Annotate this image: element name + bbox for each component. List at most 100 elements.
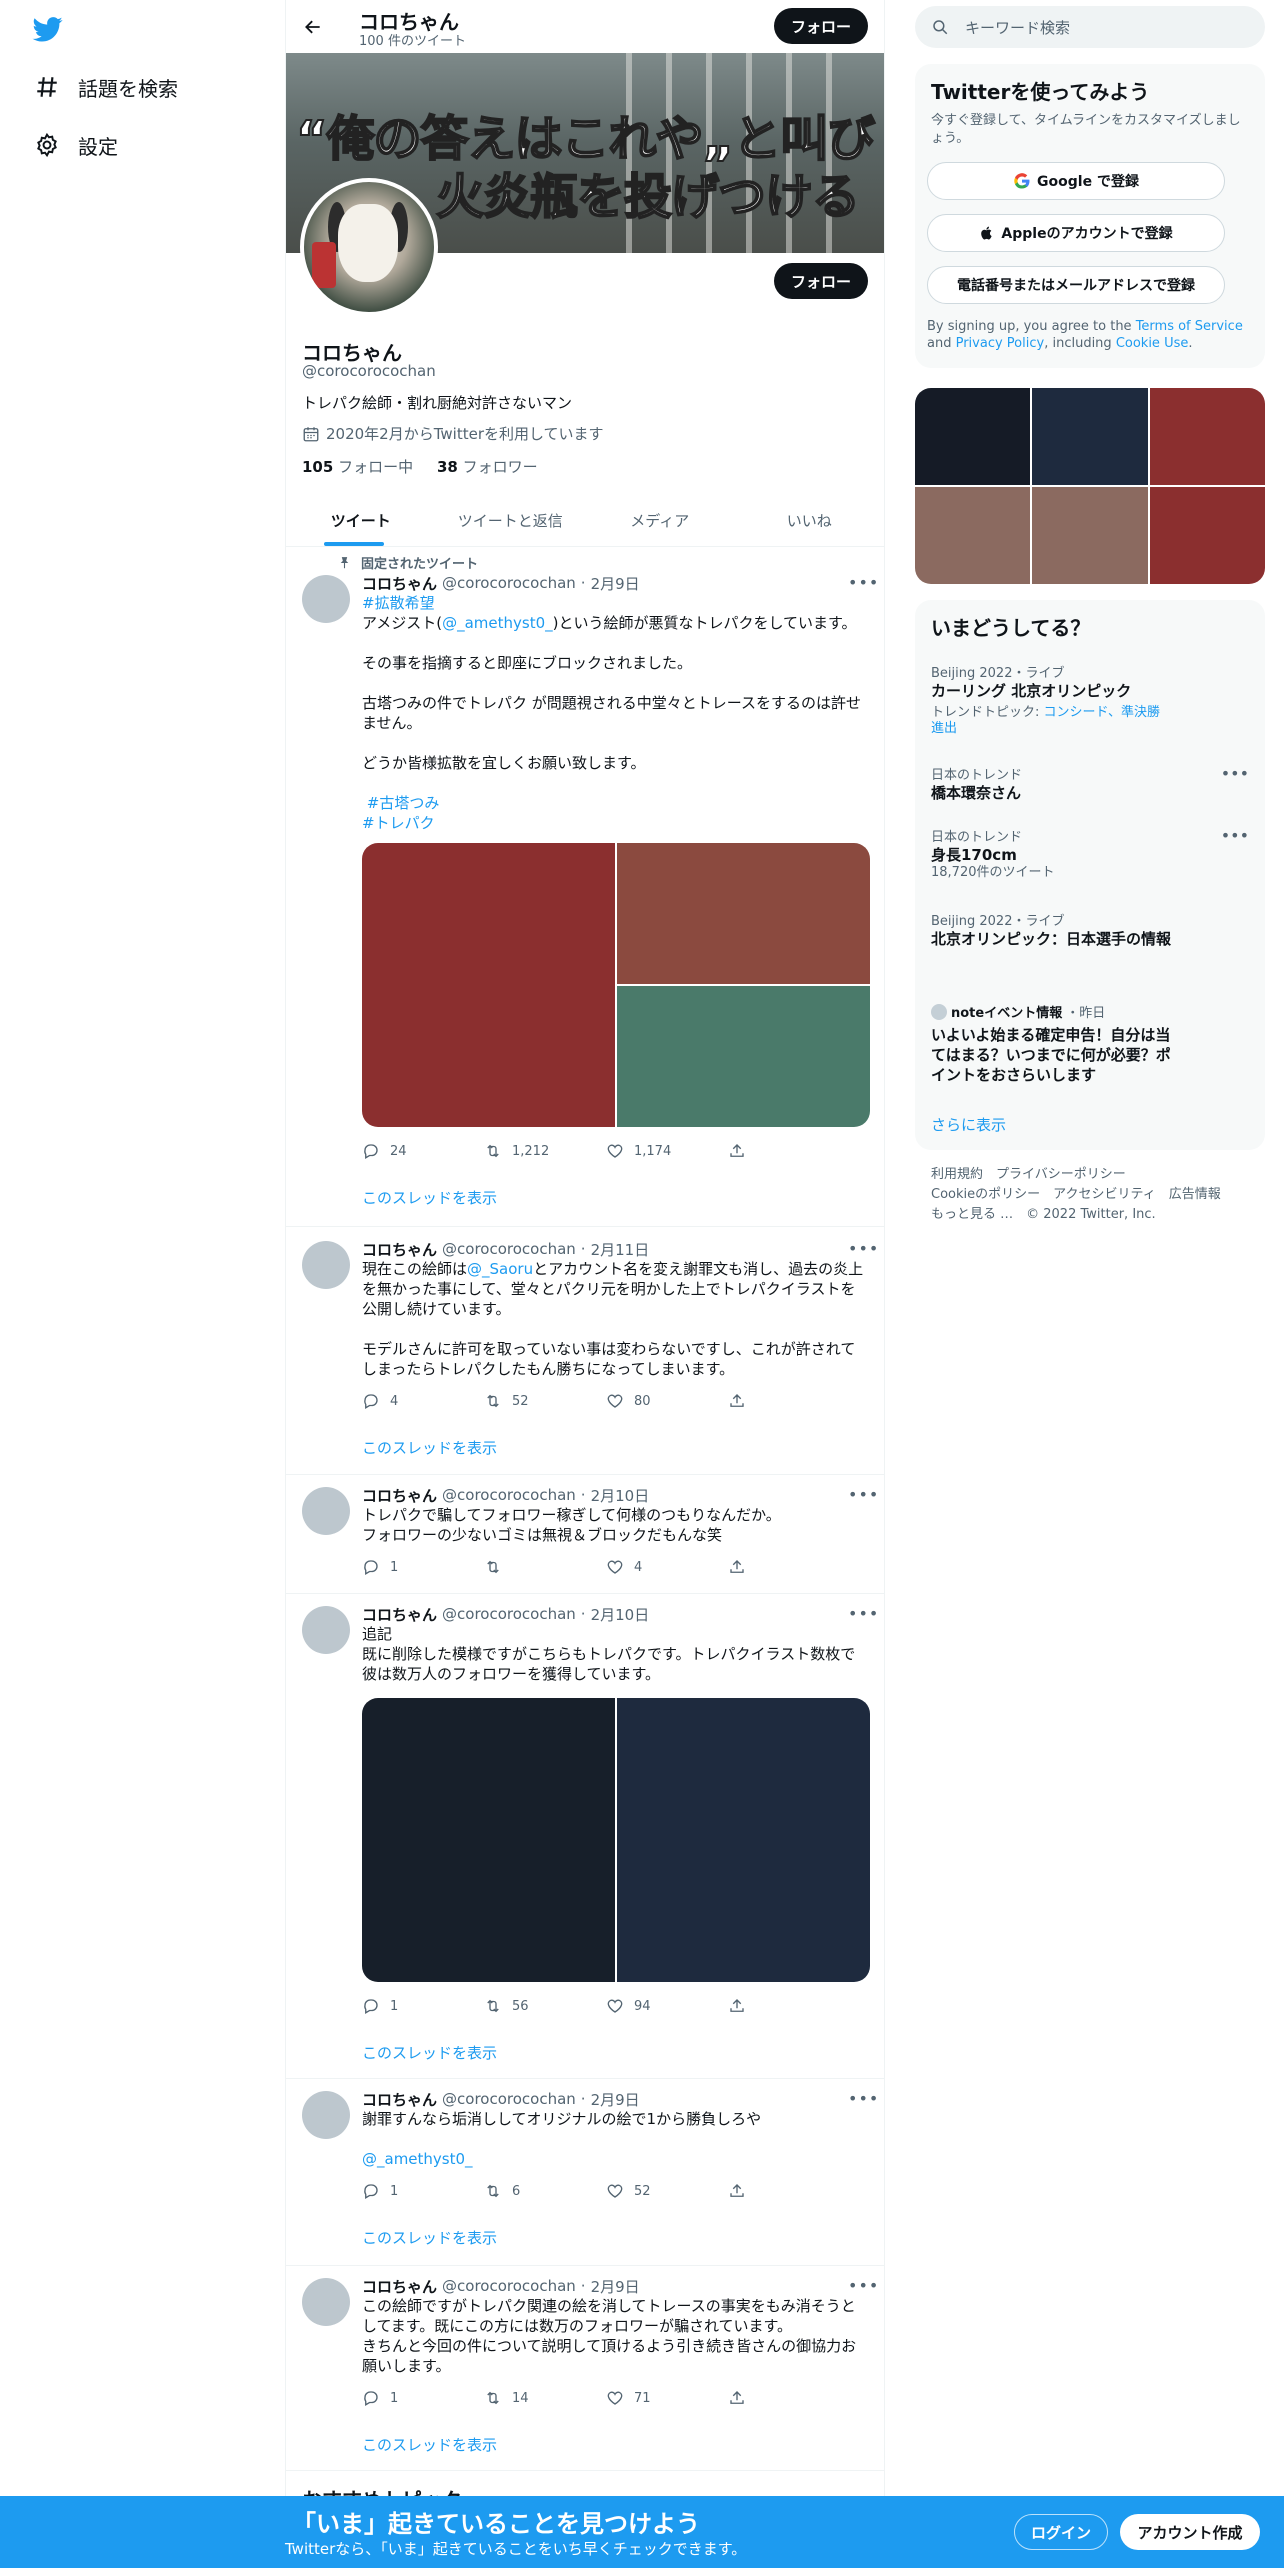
retweet-button[interactable]: 52 bbox=[484, 1392, 606, 1410]
tweet-avatar[interactable] bbox=[302, 575, 350, 623]
tweet-author-handle[interactable]: @corocorocochan bbox=[442, 2277, 576, 2295]
tweet-date[interactable]: 2月11日 bbox=[591, 1239, 650, 1260]
media-image[interactable] bbox=[617, 1698, 870, 1982]
tweet-item[interactable]: ••• コロちゃん @corocorocochan · 2月10日 追記 既に削… bbox=[286, 1594, 884, 2079]
show-thread-link[interactable]: このスレッドを表示 bbox=[362, 2227, 870, 2248]
media-grid-image[interactable] bbox=[1032, 487, 1148, 584]
tab-tweets-and-replies[interactable]: ツイートと返信 bbox=[436, 494, 586, 546]
retweet-button[interactable]: 6 bbox=[484, 2182, 606, 2200]
reply-button[interactable]: 24 bbox=[362, 1142, 484, 1160]
hashtag-link[interactable]: #トレパク bbox=[362, 814, 435, 832]
hashtag-link[interactable]: #拡散希望 bbox=[362, 594, 435, 612]
hashtag-link[interactable]: #古塔つみ bbox=[367, 794, 440, 812]
show-more-link[interactable]: さらに表示 bbox=[931, 1114, 1006, 1135]
tweet-date[interactable]: 2月9日 bbox=[591, 573, 640, 594]
followers-link[interactable]: 38 フォロワー bbox=[437, 458, 538, 476]
trend-item[interactable]: 日本のトレンド 橋本環奈さん bbox=[931, 764, 1251, 803]
tab-tweets[interactable]: ツイート bbox=[286, 494, 436, 546]
tweet-date[interactable]: 2月10日 bbox=[591, 1604, 650, 1625]
trend-item[interactable]: 日本のトレンド 身長170cm 18,720件のツイート bbox=[931, 826, 1251, 881]
tweet-date[interactable]: 2月9日 bbox=[591, 2089, 640, 2110]
tweet-author-name[interactable]: コロちゃん bbox=[362, 1604, 437, 1625]
back-arrow-icon[interactable] bbox=[296, 10, 330, 44]
tab-media[interactable]: メディア bbox=[585, 494, 735, 546]
show-thread-link[interactable]: このスレッドを表示 bbox=[362, 2434, 870, 2455]
tweet-avatar[interactable] bbox=[302, 2278, 350, 2326]
twitter-logo-icon[interactable] bbox=[32, 14, 64, 44]
share-button[interactable] bbox=[728, 1392, 850, 1410]
tweet-author-handle[interactable]: @corocorocochan bbox=[442, 2090, 576, 2108]
mention-link[interactable]: @_amethyst0_ bbox=[442, 614, 553, 632]
more-options-icon[interactable]: ••• bbox=[1221, 826, 1249, 845]
tweet-avatar[interactable] bbox=[302, 1487, 350, 1535]
retweet-button[interactable] bbox=[484, 1558, 606, 1576]
media-image[interactable] bbox=[362, 843, 615, 1127]
trend-item[interactable]: Beijing 2022・ライブ 北京オリンピック：日本選手の情報 bbox=[931, 910, 1171, 949]
share-button[interactable] bbox=[728, 2182, 850, 2200]
media-image[interactable] bbox=[617, 986, 870, 1127]
following-link[interactable]: 105 フォロー中 bbox=[302, 458, 413, 476]
create-account-button[interactable]: アカウント作成 bbox=[1120, 2514, 1260, 2550]
tweet-author-handle[interactable]: @corocorocochan bbox=[442, 1605, 576, 1623]
show-thread-link[interactable]: このスレッドを表示 bbox=[362, 1187, 870, 1208]
media-grid-image[interactable] bbox=[915, 487, 1031, 584]
tweet-avatar[interactable] bbox=[302, 2091, 350, 2139]
tweet-author-name[interactable]: コロちゃん bbox=[362, 1485, 437, 1506]
profile-follow-button[interactable]: フォロー bbox=[774, 263, 868, 299]
retweet-button[interactable]: 1,212 bbox=[484, 1142, 606, 1160]
tweet-item[interactable]: ••• コロちゃん @corocorocochan · 2月9日 この絵師ですが… bbox=[286, 2266, 884, 2471]
tweet-date[interactable]: 2月10日 bbox=[591, 1485, 650, 1506]
header-follow-button[interactable]: フォロー bbox=[774, 8, 868, 44]
retweet-button[interactable]: 14 bbox=[484, 2389, 606, 2407]
sidebar-item-explore[interactable]: 話題を検索 bbox=[30, 62, 178, 112]
reply-button[interactable]: 1 bbox=[362, 2389, 484, 2407]
tweet-author-name[interactable]: コロちゃん bbox=[362, 2089, 437, 2110]
like-button[interactable]: 94 bbox=[606, 1997, 728, 2015]
media-grid-image[interactable] bbox=[1149, 388, 1265, 485]
reply-button[interactable]: 4 bbox=[362, 1392, 484, 1410]
share-button[interactable] bbox=[728, 1142, 850, 1160]
trend-item[interactable]: noteイベント情報 ・昨日 いよいよ始まる確定申告！自分は当てはまる？いつまでに… bbox=[931, 1002, 1181, 1085]
tweet-author-name[interactable]: コロちゃん bbox=[362, 1239, 437, 1260]
mention-link[interactable]: @_amethyst0_ bbox=[362, 2150, 473, 2168]
tweet-item[interactable]: ••• コロちゃん @corocorocochan · 2月9日 謝罪すんなら垢… bbox=[286, 2079, 884, 2266]
tab-likes[interactable]: いいね bbox=[735, 494, 885, 546]
profile-avatar[interactable] bbox=[300, 178, 438, 316]
like-button[interactable]: 1,174 bbox=[606, 1142, 728, 1160]
tweet-author-handle[interactable]: @corocorocochan bbox=[442, 574, 576, 592]
cookie-link[interactable]: Cookie Use bbox=[1116, 336, 1189, 351]
reply-button[interactable]: 1 bbox=[362, 1997, 484, 2015]
search-input[interactable]: キーワード検索 bbox=[915, 6, 1265, 48]
like-button[interactable]: 71 bbox=[606, 2389, 728, 2407]
retweet-button[interactable]: 56 bbox=[484, 1997, 606, 2015]
media-grid-image[interactable] bbox=[1032, 388, 1148, 485]
share-button[interactable] bbox=[728, 2389, 850, 2407]
tweet-avatar[interactable] bbox=[302, 1241, 350, 1289]
tweet-item[interactable]: ••• コロちゃん @corocorocochan · 2月11日 現在この絵師… bbox=[286, 1227, 884, 1475]
show-thread-link[interactable]: このスレッドを表示 bbox=[362, 2042, 870, 2063]
tweet-author-name[interactable]: コロちゃん bbox=[362, 2276, 437, 2297]
terms-link[interactable]: Terms of Service bbox=[1136, 319, 1243, 334]
tweet-item[interactable]: 固定されたツイート ••• コロちゃん @corocorocochan · 2月… bbox=[286, 547, 884, 1227]
share-button[interactable] bbox=[728, 1558, 850, 1576]
tweet-author-handle[interactable]: @corocorocochan bbox=[442, 1486, 576, 1504]
phone-email-signup-button[interactable]: 電話番号またはメールアドレスで登録 bbox=[927, 266, 1225, 304]
sidebar-item-settings[interactable]: 設定 bbox=[30, 120, 118, 170]
media-image[interactable] bbox=[617, 843, 870, 984]
tweet-date[interactable]: 2月9日 bbox=[591, 2276, 640, 2297]
like-button[interactable]: 4 bbox=[606, 1558, 728, 1576]
tweet-author-name[interactable]: コロちゃん bbox=[362, 573, 437, 594]
reply-button[interactable]: 1 bbox=[362, 1558, 484, 1576]
more-options-icon[interactable]: ••• bbox=[1221, 764, 1249, 783]
reply-button[interactable]: 1 bbox=[362, 2182, 484, 2200]
tweet-author-handle[interactable]: @corocorocochan bbox=[442, 1240, 576, 1258]
like-button[interactable]: 80 bbox=[606, 1392, 728, 1410]
login-button[interactable]: ログイン bbox=[1014, 2514, 1108, 2550]
tweet-item[interactable]: ••• コロちゃん @corocorocochan · 2月10日 トレパクで騙… bbox=[286, 1475, 884, 1594]
trend-item[interactable]: Beijing 2022・ライブ カーリング 北京オリンピック トレンドトピック… bbox=[931, 662, 1251, 737]
like-button[interactable]: 52 bbox=[606, 2182, 728, 2200]
show-thread-link[interactable]: このスレッドを表示 bbox=[362, 1437, 870, 1458]
mention-link[interactable]: @_Saoru bbox=[467, 1260, 533, 1278]
media-image[interactable] bbox=[362, 1698, 615, 1982]
privacy-link[interactable]: Privacy Policy bbox=[956, 336, 1045, 351]
